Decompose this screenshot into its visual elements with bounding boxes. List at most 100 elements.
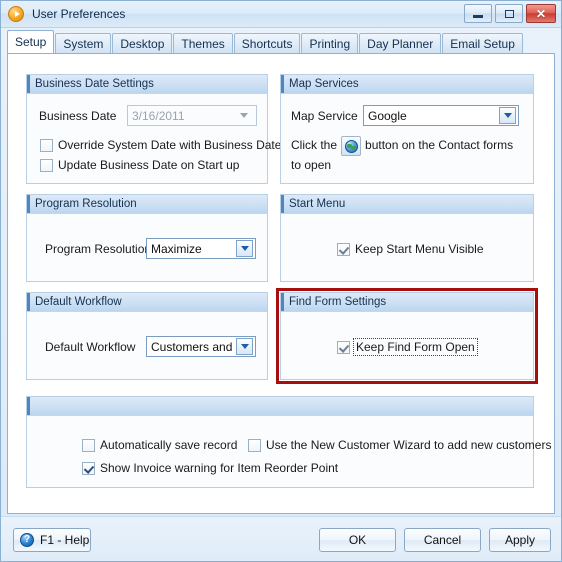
checkbox-label: Update Business Date on Start up	[58, 158, 240, 172]
user-preferences-window: User Preferences ✕ Setup System Desktop …	[0, 0, 562, 562]
tab-shortcuts[interactable]: Shortcuts	[233, 33, 301, 53]
tab-label: Desktop	[120, 36, 165, 51]
checkbox-label: Use the New Customer Wizard to add new c…	[266, 438, 552, 452]
group-header: Map Services	[281, 75, 533, 94]
group-body: Default Workflow Customers and Sales	[27, 312, 267, 379]
tab-label: Shortcuts	[241, 36, 293, 51]
apply-button[interactable]: Apply	[489, 528, 551, 552]
checkbox-box	[337, 340, 350, 354]
tab-day-planner[interactable]: Day Planner	[359, 33, 442, 53]
apply-button-label: Apply	[504, 533, 536, 547]
tab-system[interactable]: System	[55, 33, 112, 53]
help-button-label: F1 - Help	[40, 533, 90, 547]
business-date-label: Business Date	[39, 109, 117, 123]
tab-desktop[interactable]: Desktop	[112, 33, 173, 53]
close-button[interactable]: ✕	[526, 4, 556, 23]
default-workflow-value: Customers and Sales	[151, 339, 236, 354]
setup-tab-page: Business Date Settings Business Date 3/1…	[7, 53, 555, 514]
group-title: Find Form Settings	[289, 296, 387, 308]
tab-label: Day Planner	[367, 36, 434, 51]
group-body: Keep Find Form Open	[281, 312, 533, 379]
group-default-workflow: Default Workflow Default Workflow Custom…	[26, 292, 268, 380]
checkbox-override-system-date[interactable]: Override System Date with Business Date	[40, 138, 281, 152]
group-title: Default Workflow	[35, 296, 122, 308]
globe-icon	[344, 139, 358, 153]
ok-button-label: OK	[348, 533, 367, 547]
chevron-down-icon	[499, 107, 516, 124]
default-workflow-combo[interactable]: Customers and Sales	[146, 336, 256, 357]
program-resolution-value: Maximize	[151, 241, 202, 256]
default-workflow-label: Default Workflow	[45, 340, 136, 354]
checkbox-box	[248, 438, 261, 452]
program-resolution-label: Program Resolution	[45, 242, 152, 256]
checkbox-box	[337, 242, 350, 256]
chevron-down-icon	[235, 107, 252, 124]
checkbox-new-customer-wizard[interactable]: Use the New Customer Wizard to add new c…	[248, 438, 551, 452]
checkbox-label: Keep Find Form Open	[353, 338, 478, 356]
group-business-date-settings: Business Date Settings Business Date 3/1…	[26, 74, 281, 184]
checkbox-keep-start-menu-visible[interactable]: Keep Start Menu Visible	[337, 242, 484, 256]
group-header: Default Workflow	[27, 293, 267, 312]
map-service-label: Map Service	[291, 109, 358, 123]
group-body: Automatically save record Use the New Cu…	[27, 416, 551, 487]
tab-label: Themes	[181, 36, 225, 51]
group-title: Program Resolution	[35, 198, 137, 210]
play-circle-icon	[8, 6, 24, 22]
checkbox-box	[82, 438, 95, 452]
group-header: Start Menu	[281, 195, 533, 214]
group-body: Map Service Google Click the button on th…	[281, 94, 533, 183]
group-title: Start Menu	[289, 198, 346, 210]
checkbox-box	[40, 138, 53, 152]
group-body: Business Date 3/16/2011 Override System …	[27, 94, 281, 183]
dialog-footer: ? F1 - Help OK Cancel Apply	[1, 516, 561, 561]
group-body: Keep Start Menu Visible	[281, 214, 533, 281]
cancel-button-label: Cancel	[423, 533, 462, 547]
tab-printing[interactable]: Printing	[301, 33, 359, 53]
checkbox-invoice-reorder-warning[interactable]: Show Invoice warning for Item Reorder Po…	[82, 461, 338, 475]
help-button[interactable]: ? F1 - Help	[13, 528, 91, 552]
minimize-button[interactable]	[464, 4, 492, 23]
checkbox-label: Automatically save record	[100, 438, 238, 452]
close-icon: ✕	[535, 6, 547, 21]
globe-icon-button[interactable]	[341, 136, 362, 156]
maximize-icon	[504, 9, 514, 18]
checkbox-keep-find-form-open[interactable]: Keep Find Form Open	[337, 338, 478, 356]
group-header: Program Resolution	[27, 195, 267, 214]
group-map-services: Map Services Map Service Google Click th…	[280, 74, 534, 184]
tab-themes[interactable]: Themes	[173, 33, 233, 53]
group-header	[27, 397, 533, 416]
group-misc-options: Automatically save record Use the New Cu…	[26, 396, 551, 488]
group-body: Program Resolution Maximize	[27, 214, 267, 281]
chevron-down-icon	[236, 338, 253, 355]
group-header: Business Date Settings	[27, 75, 267, 94]
checkbox-label: Override System Date with Business Date	[58, 138, 282, 152]
map-service-combo[interactable]: Google	[363, 105, 519, 126]
tab-label: Printing	[309, 36, 351, 51]
business-date-combo[interactable]: 3/16/2011	[127, 105, 257, 126]
tab-label: Setup	[15, 35, 47, 49]
group-title: Map Services	[289, 78, 359, 90]
program-resolution-combo[interactable]: Maximize	[146, 238, 256, 259]
checkbox-update-business-date[interactable]: Update Business Date on Start up	[40, 158, 239, 172]
checkbox-automatically-save-record[interactable]: Automatically save record	[82, 438, 237, 452]
group-find-form-settings: Find Form Settings Keep Find Form Open	[280, 292, 534, 380]
cancel-button[interactable]: Cancel	[404, 528, 481, 552]
ok-button[interactable]: OK	[319, 528, 396, 552]
hint-text-before: Click the	[291, 138, 338, 153]
maximize-button[interactable]	[495, 4, 523, 23]
title-bar: User Preferences ✕	[1, 1, 561, 28]
tab-label: System	[63, 36, 104, 51]
group-header: Find Form Settings	[281, 293, 533, 312]
group-start-menu: Start Menu Keep Start Menu Visible	[280, 194, 534, 282]
checkbox-box	[82, 461, 95, 475]
tab-email-setup[interactable]: Email Setup	[442, 33, 523, 53]
checkbox-label: Show Invoice warning for Item Reorder Po…	[100, 461, 339, 475]
chevron-down-icon	[236, 240, 253, 257]
tab-setup[interactable]: Setup	[7, 30, 55, 53]
checkbox-box	[40, 158, 53, 172]
map-service-value: Google	[368, 108, 407, 123]
group-program-resolution: Program Resolution Program Resolution Ma…	[26, 194, 268, 282]
group-title: Business Date Settings	[35, 78, 154, 90]
business-date-value: 3/16/2011	[132, 108, 185, 123]
tab-label: Email Setup	[450, 36, 515, 51]
